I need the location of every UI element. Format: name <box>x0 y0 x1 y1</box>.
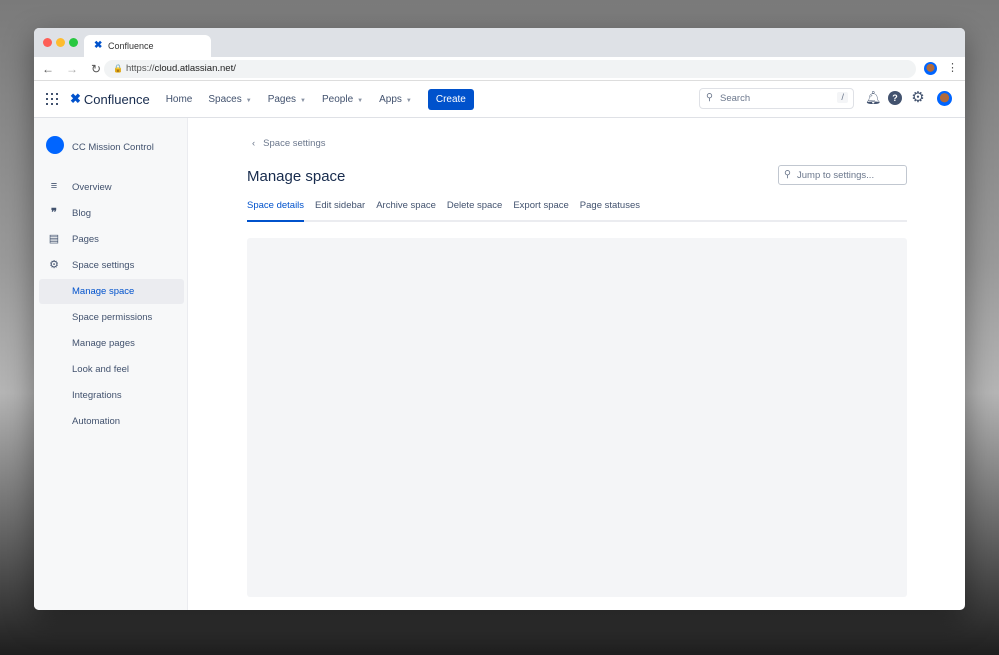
confluence-logo-icon: ✖ <box>70 91 81 106</box>
search-icon: ⚲ <box>784 169 791 180</box>
sidebar-item-space-permissions[interactable]: Space permissions <box>39 305 184 330</box>
maximize-window-button[interactable] <box>69 38 78 47</box>
chevron-down-icon: ▼ <box>300 97 306 104</box>
nav-label: Apps <box>379 93 402 105</box>
bell-icon[interactable]: 🔔︎ <box>865 91 882 105</box>
top-nav: ✖ Confluence Home Spaces ▼ Pages ▼ People ▼… <box>34 81 965 118</box>
sidebar-item-overview[interactable]: ≡ Overview <box>39 175 184 200</box>
url-field[interactable]: 🔒 https://cloud.atlassian.net/ <box>104 60 916 78</box>
lines-icon: ≡ <box>50 180 58 192</box>
tab-space-details[interactable]: Space details <box>247 200 305 222</box>
space-rocket-icon <box>46 136 64 154</box>
sidebar-item-label: Manage pages <box>72 338 135 349</box>
profile-avatar[interactable] <box>924 62 937 75</box>
gear-icon[interactable]: ⚙ <box>911 90 925 105</box>
url-scheme: https:// <box>126 63 155 74</box>
help-icon[interactable]: ? <box>888 91 902 105</box>
tab-edit-sidebar[interactable]: Edit sidebar <box>315 200 365 220</box>
chevron-down-icon: ▼ <box>357 97 364 104</box>
settings-tabs: Space details Edit sidebar Archive space… <box>247 200 907 222</box>
search-input[interactable]: ⚲ Search / <box>699 88 854 109</box>
content-placeholder-panel <box>247 238 907 597</box>
gear-icon: ⚙ <box>49 259 59 271</box>
sidebar-item-look-and-feel[interactable]: Look and feel <box>39 357 184 382</box>
sidebar-item-label: Space permissions <box>72 312 153 323</box>
page-icon: ▤ <box>48 233 60 245</box>
space-name[interactable]: CC Mission Control <box>72 142 154 153</box>
sidebar-item-space-settings[interactable]: ⚙ Space settings <box>39 253 184 278</box>
browser-menu-icon[interactable]: ⋮ <box>947 61 958 74</box>
nav-label: Spaces <box>208 93 242 105</box>
page-title: Manage space <box>247 168 346 185</box>
sidebar-item-integrations[interactable]: Integrations <box>39 383 184 408</box>
sidebar: CC Mission Control ≡ Overview ❞ Blog ▤ Page… <box>34 118 188 610</box>
nav-pages[interactable]: Pages ▼ <box>268 94 306 105</box>
tab-export-space[interactable]: Export space <box>513 200 568 220</box>
sidebar-item-label: Blog <box>72 208 92 219</box>
search-placeholder: Search <box>720 93 751 104</box>
sidebar-item-label: Automation <box>72 416 121 427</box>
reload-icon[interactable]: ↻ <box>86 62 106 76</box>
sidebar-item-label: Integrations <box>72 390 122 401</box>
address-bar-row: ← → ↻ 🔒 https://cloud.atlassian.net/ ⋮ <box>34 57 965 81</box>
nav-people[interactable]: People ▼ <box>322 94 363 105</box>
confluence-favicon-icon: ✖ <box>94 40 103 51</box>
sidebar-item-manage-pages[interactable]: Manage pages <box>39 331 184 356</box>
sidebar-item-label: Look and feel <box>72 364 130 375</box>
nav-label: Pages <box>267 93 297 105</box>
create-button[interactable]: Create <box>427 88 474 110</box>
browser-window: ✖ Confluence ← → ↻ 🔒 https://cloud.atlassi… <box>34 28 965 610</box>
search-shortcut: / <box>837 92 848 103</box>
sidebar-item-automation[interactable]: Automation <box>39 409 184 434</box>
chevron-down-icon: ▼ <box>405 97 412 104</box>
tab-delete-space[interactable]: Delete space <box>447 200 502 220</box>
tab-bar: ✖ Confluence <box>34 28 965 57</box>
nav-spaces[interactable]: Spaces ▼ <box>208 94 251 105</box>
sidebar-item-pages[interactable]: ▤ Pages <box>39 227 184 252</box>
nav-home[interactable]: Home <box>166 94 193 105</box>
url-host: cloud.atlassian.net/ <box>154 63 236 74</box>
lock-icon: 🔒 <box>113 64 123 73</box>
sidebar-item-label: Space settings <box>72 260 135 271</box>
chevron-down-icon: ▼ <box>245 97 252 104</box>
nav-apps[interactable]: Apps ▼ <box>379 94 412 105</box>
sidebar-item-manage-space[interactable]: Manage space <box>39 279 184 304</box>
sidebar-item-label: Overview <box>72 182 112 193</box>
back-icon[interactable]: ← <box>38 62 58 76</box>
search-icon: ⚲ <box>706 92 713 103</box>
tab-page-statuses[interactable]: Page statuses <box>580 200 640 220</box>
tab-title: Confluence <box>108 41 154 51</box>
chevron-left-icon: ‹ <box>252 138 256 149</box>
breadcrumb-label: Space settings <box>263 138 326 149</box>
user-avatar[interactable] <box>937 91 952 106</box>
minimize-window-button[interactable] <box>56 38 65 47</box>
jump-placeholder: Jump to settings... <box>797 170 875 181</box>
app-switcher-icon[interactable] <box>46 93 58 105</box>
brand-name[interactable]: Confluence <box>84 92 150 107</box>
sidebar-item-label: Pages <box>72 234 99 245</box>
nav-label: Home <box>165 93 193 105</box>
close-window-button[interactable] <box>43 38 52 47</box>
breadcrumb[interactable]: ‹ Space settings <box>252 138 326 149</box>
sidebar-item-blog[interactable]: ❞ Blog <box>39 201 184 226</box>
quote-icon: ❞ <box>51 207 57 219</box>
tab-archive-space[interactable]: Archive space <box>376 200 436 220</box>
nav-label: People <box>322 93 354 105</box>
sidebar-item-label: Manage space <box>72 286 135 297</box>
forward-icon[interactable]: → <box>62 62 82 76</box>
jump-to-settings-input[interactable]: ⚲ Jump to settings... <box>778 165 907 185</box>
browser-tab[interactable]: ✖ Confluence <box>84 35 211 57</box>
